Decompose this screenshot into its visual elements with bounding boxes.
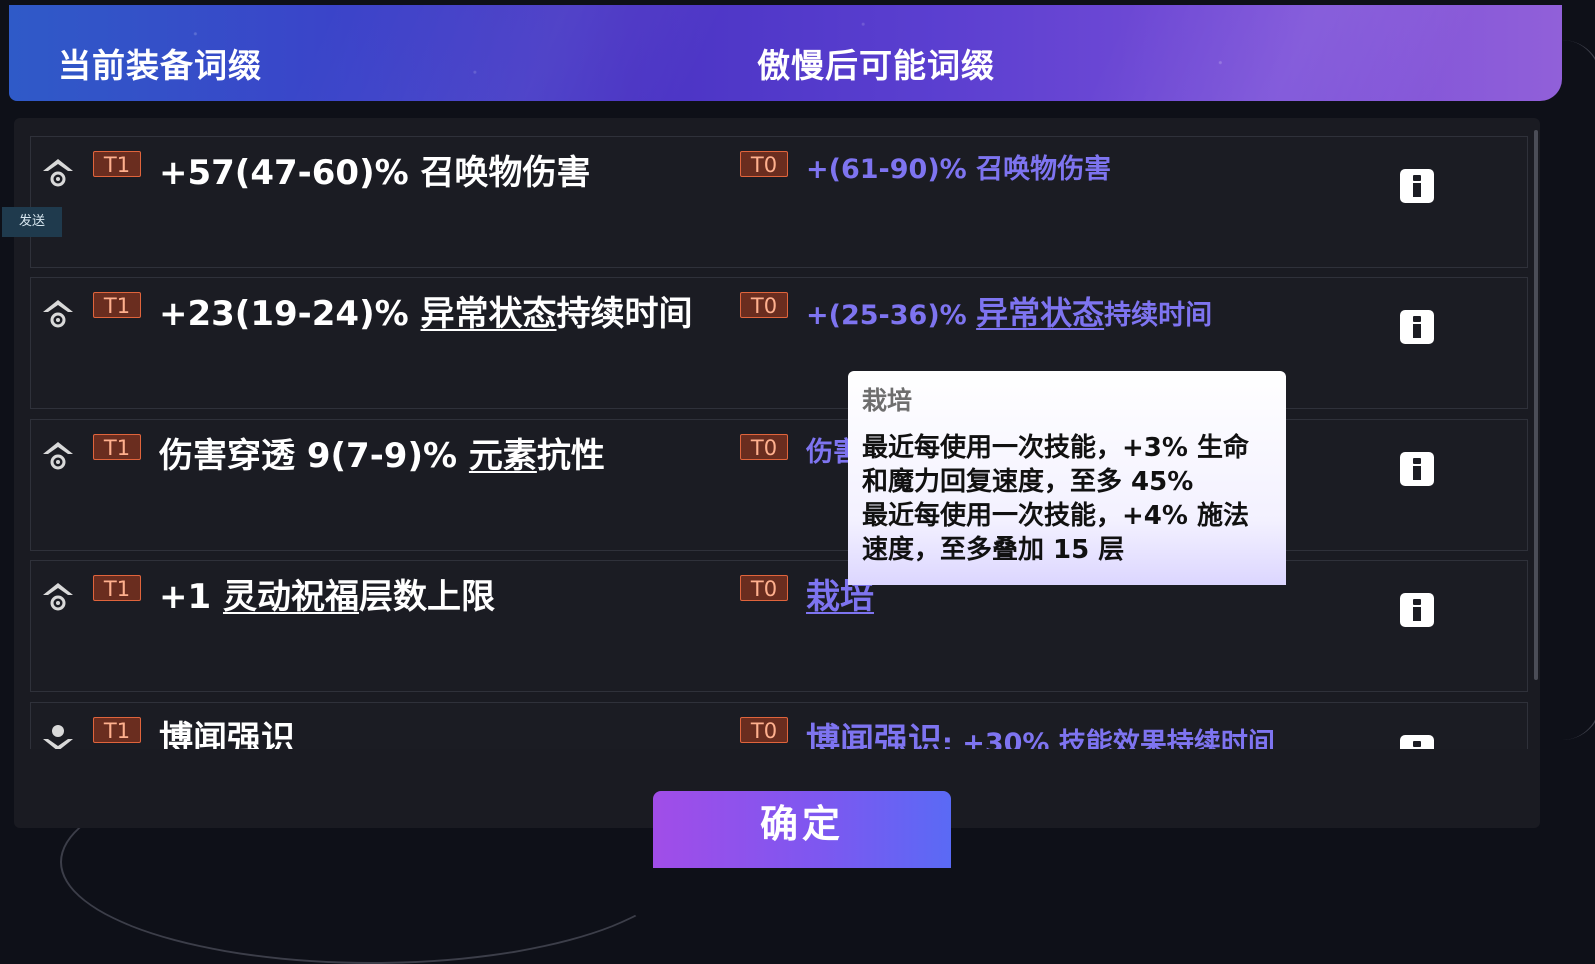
scrollbar[interactable] bbox=[1534, 130, 1538, 680]
current-affix-text: +1 灵动祝福层数上限 bbox=[159, 569, 495, 618]
current-affix-text: +57(47-60)% 召唤物伤害 bbox=[159, 145, 591, 194]
keyword-link[interactable]: 异常状态 bbox=[421, 294, 557, 334]
raise-tier-icon[interactable] bbox=[39, 292, 77, 330]
affix-row: T1 +23(19-24)% 异常状态持续时间 T0 +(25-36)% 异常状… bbox=[30, 277, 1528, 409]
tooltip-line: 速度，至多叠加 15 层 bbox=[862, 535, 1125, 565]
affix-list[interactable]: T1 +57(47-60)% 召唤物伤害 T0 +(61-90)% 召唤物伤害 … bbox=[30, 136, 1530, 749]
keyword-link[interactable]: 博闻强识 bbox=[806, 721, 942, 749]
current-affix-part: +57(47-60)% 召唤物伤害 bbox=[159, 153, 591, 193]
current-affix-text: 博闻强识 bbox=[159, 711, 295, 749]
current-affix-part: 层数上限 bbox=[358, 577, 495, 617]
current-tier-badge: T1 bbox=[93, 717, 141, 743]
current-affix-part: 博闻强识 bbox=[159, 719, 295, 749]
lower-tier-icon[interactable] bbox=[39, 717, 77, 749]
header-banner: 当前装备词缀 傲慢后可能词缀 bbox=[9, 5, 1562, 101]
new-tier-badge: T0 bbox=[740, 151, 788, 177]
possible-affix-part: +(61-90)% 召唤物伤害 bbox=[806, 154, 1112, 185]
possible-affix-part: +(25-36)% bbox=[806, 300, 977, 331]
current-affix-part: 持续时间 bbox=[556, 294, 693, 334]
new-tier-badge: T0 bbox=[740, 292, 788, 318]
current-tier-badge: T1 bbox=[93, 434, 141, 460]
keyword-link[interactable]: 异常状态 bbox=[976, 294, 1104, 332]
possible-affix-part: 持续时间 bbox=[1104, 300, 1213, 331]
new-tier-badge: T0 bbox=[740, 717, 788, 743]
tooltip-line: 和魔力回复速度，至多 45% bbox=[862, 467, 1194, 497]
keyword-link[interactable]: 灵动祝福 bbox=[223, 577, 359, 617]
affix-row: T1 +1 灵动祝福层数上限 T0 栽培 bbox=[30, 560, 1528, 692]
info-icon[interactable] bbox=[1400, 735, 1434, 749]
info-icon[interactable] bbox=[1400, 593, 1434, 627]
current-affix-part: 抗性 bbox=[536, 436, 605, 476]
new-tier-badge: T0 bbox=[740, 434, 788, 460]
current-affix-part: 伤害穿透 9(7-9)% bbox=[159, 436, 469, 476]
send-tag[interactable]: 发送 bbox=[2, 207, 62, 237]
current-tier-badge: T1 bbox=[93, 151, 141, 177]
current-tier-badge: T1 bbox=[93, 292, 141, 318]
possible-affixes-title: 傲慢后可能词缀 bbox=[757, 46, 995, 85]
info-icon[interactable] bbox=[1400, 310, 1434, 344]
tooltip-body: 最近每使用一次技能，+3% 生命 和魔力回复速度，至多 45% 最近每使用一次技… bbox=[862, 431, 1272, 567]
affix-row: T1 +57(47-60)% 召唤物伤害 T0 +(61-90)% 召唤物伤害 bbox=[30, 136, 1528, 268]
tooltip-title: 栽培 bbox=[862, 386, 913, 415]
frame-decoration bbox=[1540, 40, 1595, 740]
current-affix-text: +23(19-24)% 异常状态持续时间 bbox=[159, 286, 693, 335]
possible-affix-text: 博闻强识; +30% 技能效果持续时间 bbox=[806, 713, 1275, 749]
affix-row: T1 博闻强识 T0 博闻强识; +30% 技能效果持续时间 bbox=[30, 702, 1528, 749]
raise-tier-icon[interactable] bbox=[39, 575, 77, 613]
info-icon[interactable] bbox=[1400, 452, 1434, 486]
current-affixes-title: 当前装备词缀 bbox=[58, 46, 262, 85]
info-icon[interactable] bbox=[1400, 169, 1434, 203]
current-affix-text: 伤害穿透 9(7-9)% 元素抗性 bbox=[159, 428, 605, 477]
current-affix-part: +23(19-24)% bbox=[159, 294, 421, 334]
keyword-link[interactable]: 元素 bbox=[469, 436, 537, 476]
keyword-tooltip: 栽培 最近每使用一次技能，+3% 生命 和魔力回复速度，至多 45% 最近每使用… bbox=[848, 371, 1286, 585]
tooltip-line: 最近每使用一次技能，+3% 生命 bbox=[862, 433, 1249, 463]
possible-affix-part: ; +30% 技能效果持续时间 bbox=[942, 728, 1275, 749]
confirm-button[interactable]: 确定 bbox=[653, 791, 951, 868]
possible-affix-text: +(25-36)% 异常状态持续时间 bbox=[806, 288, 1212, 334]
current-tier-badge: T1 bbox=[93, 575, 141, 601]
affix-row: T1 伤害穿透 9(7-9)% 元素抗性 T0 伤害 bbox=[30, 419, 1528, 551]
new-tier-badge: T0 bbox=[740, 575, 788, 601]
current-affix-part: +1 bbox=[159, 577, 223, 617]
tooltip-line: 最近每使用一次技能，+4% 施法 bbox=[862, 501, 1249, 531]
raise-tier-icon[interactable] bbox=[39, 434, 77, 472]
possible-affix-text: +(61-90)% 召唤物伤害 bbox=[806, 147, 1111, 186]
raise-tier-icon[interactable] bbox=[39, 151, 77, 189]
